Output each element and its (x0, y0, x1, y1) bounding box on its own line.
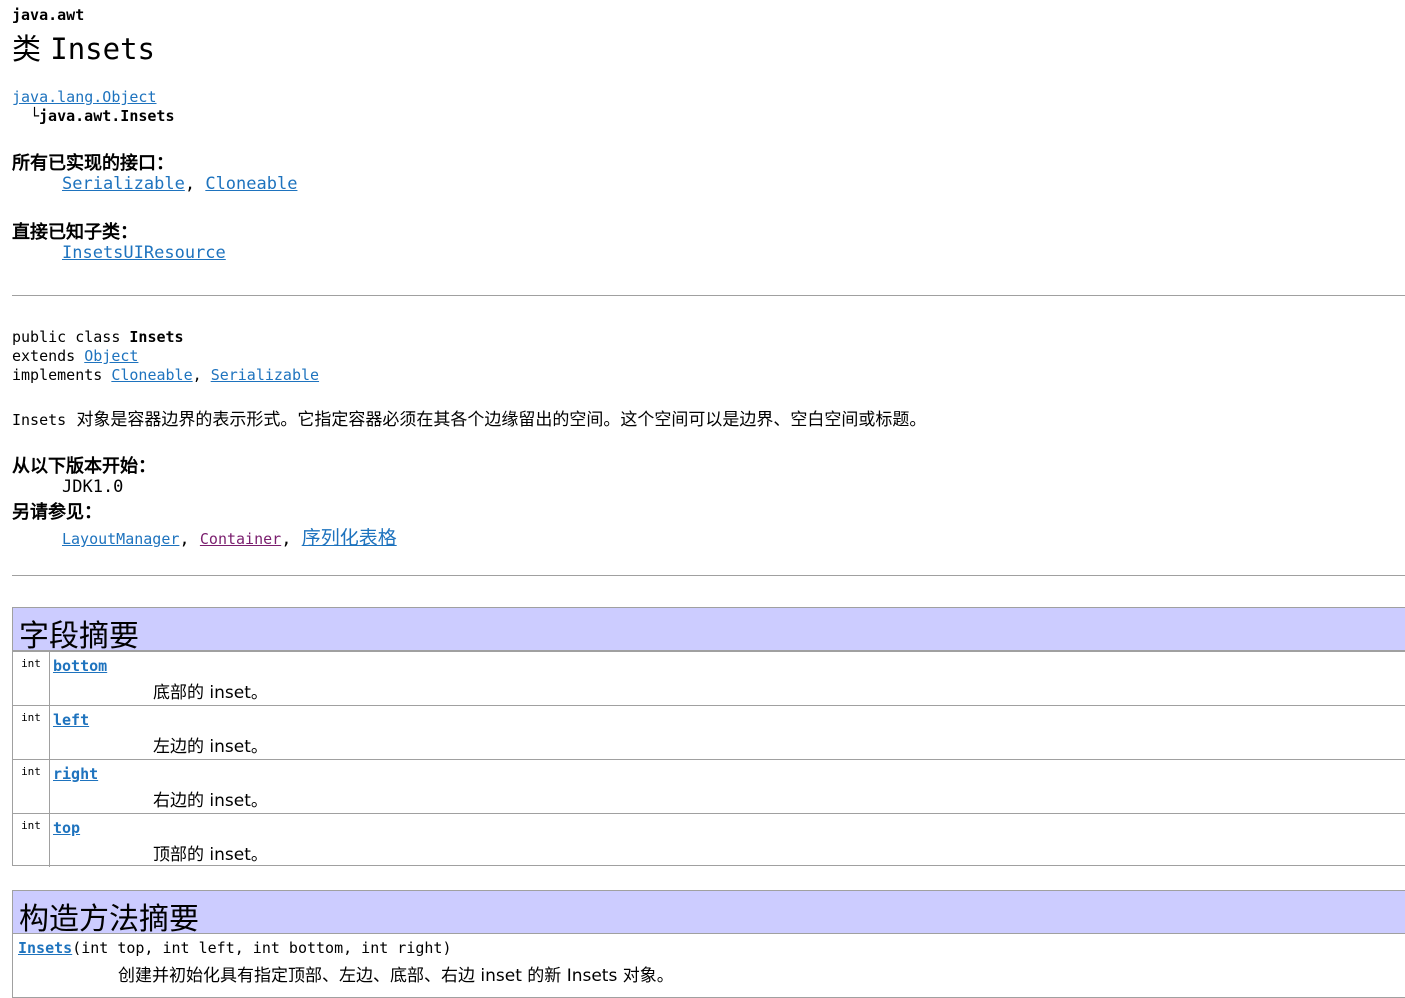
see-also-label: 另请参见： (12, 502, 102, 523)
field-summary-table: 字段摘要 int bottom 底部的 inset。 int left 左边的 … (12, 607, 1405, 867)
see-also-list: LayoutManager, Container, 序列化表格 (62, 523, 397, 550)
package-name: java.awt (12, 6, 85, 24)
table-row: int top 顶部的 inset。 (13, 813, 1405, 867)
hierarchy-child: └java.awt.Insets (30, 107, 175, 125)
see-also-link-serialized-form[interactable]: 序列化表格 (302, 527, 397, 549)
implements-link-serializable[interactable]: Serializable (211, 366, 319, 384)
implements-keyword: implements (12, 366, 112, 384)
see-also-separator-2: , (281, 529, 292, 549)
see-also-separator-1: , (179, 529, 190, 549)
see-also-link-layoutmanager[interactable]: LayoutManager (62, 530, 179, 548)
field-description: 底部的 inset。 (153, 683, 268, 703)
constructor-link-insets[interactable]: Insets (18, 939, 72, 957)
description-text: 对象是容器边界的表示形式。它指定容器必须在其各个边缘留出的空间。这个空间可以是边… (76, 410, 927, 430)
interfaces-list: Serializable, Cloneable (62, 174, 297, 194)
field-description: 左边的 inset。 (153, 737, 268, 757)
table-row: Insets(int top, int left, int bottom, in… (13, 934, 1405, 989)
constructor-description: 创建并初始化具有指定顶部、左边、底部、右边 inset 的新 Insets 对象… (118, 966, 674, 986)
interface-link-cloneable[interactable]: Cloneable (205, 174, 297, 194)
field-summary-header: 字段摘要 (13, 608, 1405, 654)
hierarchy-child-name: java.awt.Insets (39, 107, 175, 125)
implements-separator: , (192, 366, 202, 384)
constructor-summary-table: 构造方法摘要 Insets(int top, int left, int bot… (12, 890, 1405, 998)
interface-link-serializable[interactable]: Serializable (62, 174, 185, 194)
declaration-class-name: Insets (129, 328, 184, 346)
interfaces-label: 所有已实现的接口： (12, 153, 174, 174)
field-description: 顶部的 inset。 (153, 845, 268, 865)
declaration-line-3: implements Cloneable, Serializable (12, 366, 319, 384)
constructor-signature: Insets(int top, int left, int bottom, in… (18, 939, 451, 957)
title-prefix: 类 (12, 32, 42, 66)
field-link-top[interactable]: top (53, 819, 80, 837)
since-label: 从以下版本开始： (12, 456, 156, 477)
table-row: int left 左边的 inset。 (13, 705, 1405, 759)
declaration-line-2: extends Object (12, 347, 138, 365)
interfaces-separator: , (184, 174, 196, 194)
tree-connector-icon: └ (30, 107, 40, 125)
see-also-link-container[interactable]: Container (200, 530, 281, 548)
table-row: int bottom 底部的 inset。 (13, 651, 1405, 705)
extends-keyword: extends (12, 347, 85, 365)
constructor-summary-title: 构造方法摘要 (19, 902, 199, 937)
subclasses-label: 直接已知子类： (12, 222, 138, 243)
field-description: 右边的 inset。 (153, 791, 268, 811)
field-type: int (13, 706, 50, 759)
hierarchy-parent-link[interactable]: java.lang.Object (12, 88, 157, 106)
subclass-link-insetsuiresource[interactable]: InsetsUIResource (62, 243, 226, 263)
title-class-name: Insets (50, 32, 155, 66)
field-summary-title: 字段摘要 (19, 619, 139, 654)
field-link-right[interactable]: right (53, 765, 98, 783)
field-type: int (13, 652, 50, 705)
class-description: Insets 对象是容器边界的表示形式。它指定容器必须在其各个边缘留出的空间。这… (12, 405, 926, 430)
since-value: JDK1.0 (62, 477, 124, 497)
page-title: 类 Insets (12, 26, 155, 68)
constructor-params: (int top, int left, int bottom, int righ… (72, 939, 452, 957)
description-code: Insets (12, 411, 67, 429)
table-row: int right 右边的 inset。 (13, 759, 1405, 813)
field-type: int (13, 814, 50, 867)
extends-link-object[interactable]: Object (84, 347, 138, 365)
divider-2 (12, 575, 1405, 576)
field-link-left[interactable]: left (53, 711, 89, 729)
field-type: int (13, 760, 50, 813)
declaration-line-1: public class Insets (12, 328, 184, 346)
implements-link-cloneable[interactable]: Cloneable (111, 366, 192, 384)
declaration-modifiers: public class (12, 328, 130, 346)
field-link-bottom[interactable]: bottom (53, 657, 107, 675)
constructor-summary-header: 构造方法摘要 (13, 891, 1405, 937)
divider-1 (12, 295, 1405, 296)
